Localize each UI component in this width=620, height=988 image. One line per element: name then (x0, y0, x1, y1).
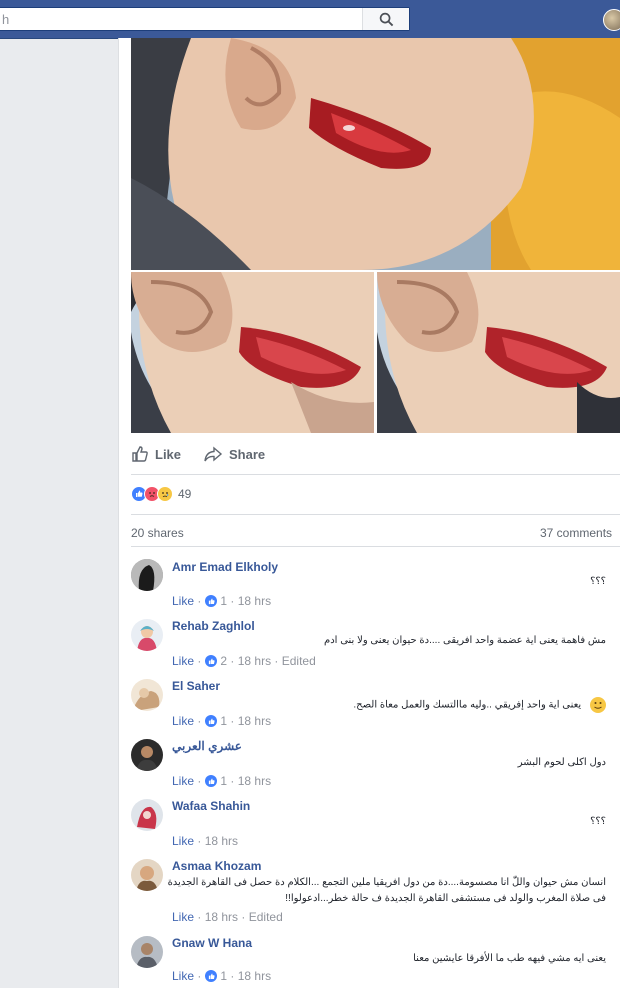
avatar[interactable] (131, 936, 163, 968)
avatar[interactable] (131, 619, 163, 651)
divider (131, 474, 620, 475)
comment-like-link[interactable]: Like (172, 774, 194, 788)
comment-time[interactable]: 18 hrs (238, 774, 271, 788)
comment-author[interactable]: Rehab Zaghlol (172, 619, 255, 633)
comment-text: مش فاهمة يعنى اية عضمة واحد افريقى ....د… (324, 635, 606, 646)
like-button[interactable]: Like (131, 445, 181, 463)
comment-text-row: يعنى اية واحد إفريقي ..وليه ماالتسك والع… (353, 697, 606, 713)
comment-time[interactable]: 18 hrs (238, 654, 271, 668)
search-box[interactable] (0, 7, 410, 31)
comment-edited[interactable]: Edited (282, 654, 316, 668)
comment-text: انسان مش حيوان واللّٰ انا مصسومة....دة م… (167, 877, 606, 888)
like-reaction-icon (205, 595, 218, 607)
comment-time[interactable]: 18 hrs (238, 714, 271, 728)
comment-reaction-count[interactable]: 1 (220, 969, 227, 983)
comment-text: دول اكلى لحوم البشر (517, 757, 606, 768)
avatar[interactable] (131, 799, 163, 831)
comment-meta: Like · 2 · 18 hrs · Edited (172, 654, 316, 668)
search-button[interactable] (362, 8, 409, 30)
search-icon (379, 12, 393, 26)
profile-avatar[interactable] (603, 9, 620, 31)
comment-edited[interactable]: Edited (249, 910, 283, 924)
comment-author[interactable]: Wafaa Shahin (172, 799, 250, 813)
comment-text: يعنى ايه مشي فيهه طب ما الأفرقا عايشين م… (413, 953, 606, 964)
comment-author[interactable]: عشري العربي (172, 739, 242, 753)
comment-author[interactable]: El Saher (172, 679, 220, 693)
comment-reaction-count[interactable]: 2 (220, 654, 227, 668)
post-photo-main[interactable] (131, 38, 620, 270)
comment-text: ؟؟؟ (590, 816, 606, 827)
avatar[interactable] (131, 859, 163, 891)
reactions-summary[interactable]: 49 (131, 486, 191, 502)
comment-like-link[interactable]: Like (172, 594, 194, 608)
search-input[interactable] (0, 8, 362, 30)
comment-meta: Like · 1 · 18 hrs (172, 969, 272, 983)
comment-author[interactable]: Gnaw W Hana (172, 936, 252, 950)
comment-meta: Like · 18 hrs · Edited (172, 910, 283, 924)
post-photo-2[interactable] (131, 272, 374, 433)
comment-time[interactable]: 18 hrs (205, 910, 238, 924)
share-icon (204, 446, 223, 462)
comment-meta: Like · 1 · 18 hrs (172, 594, 272, 608)
comment-meta: Like · 1 · 18 hrs (172, 714, 272, 728)
comment-text: يعنى اية واحد إفريقي ..وليه ماالتسك والع… (353, 699, 582, 711)
avatar[interactable] (131, 559, 163, 591)
like-reaction-icon (205, 775, 218, 787)
post-actions: Like Share (131, 440, 287, 468)
reaction-count: 49 (178, 487, 192, 501)
smile-emoji-icon (590, 697, 606, 713)
comment-like-link[interactable]: Like (172, 714, 194, 728)
avatar[interactable] (131, 679, 163, 711)
top-navigation-bar (0, 0, 620, 39)
comment-time[interactable]: 18 hrs (238, 969, 271, 983)
comment-reaction-count[interactable]: 1 (220, 714, 227, 728)
shares-count[interactable]: 20 shares (131, 526, 184, 540)
like-reaction-icon (205, 655, 218, 667)
comment-reaction-count[interactable]: 1 (220, 594, 227, 608)
avatar[interactable] (131, 739, 163, 771)
divider (131, 514, 620, 515)
comments-count[interactable]: 37 comments (540, 526, 612, 540)
like-label: Like (155, 446, 182, 462)
like-reaction-icon (205, 970, 218, 982)
comment-text-line2: فى صلاة المغرب والولد فى مستشفى القاهرة … (285, 893, 606, 904)
post-photo-3[interactable] (377, 272, 620, 433)
comment-meta: Like · 18 hrs (172, 834, 239, 848)
like-reaction-icon (205, 715, 218, 727)
divider (131, 546, 620, 547)
comment-author[interactable]: Asmaa Khozam (172, 859, 261, 873)
comment-meta: Like · 1 · 18 hrs (172, 774, 272, 788)
comment-like-link[interactable]: Like (172, 910, 194, 924)
comment-text: ؟؟؟ (590, 576, 606, 587)
comment-like-link[interactable]: Like (172, 654, 194, 668)
share-label: Share (229, 446, 266, 462)
comment-author[interactable]: Amr Emad Elkholy (172, 560, 278, 574)
comment-time[interactable]: 18 hrs (205, 834, 238, 848)
comment-like-link[interactable]: Like (172, 834, 194, 848)
comment-like-link[interactable]: Like (172, 969, 194, 983)
comment-time[interactable]: 18 hrs (238, 594, 271, 608)
share-button[interactable]: Share (203, 446, 265, 462)
thumbs-up-icon (132, 446, 148, 462)
sad-reaction-icon (157, 486, 173, 502)
comment-reaction-count[interactable]: 1 (220, 774, 227, 788)
